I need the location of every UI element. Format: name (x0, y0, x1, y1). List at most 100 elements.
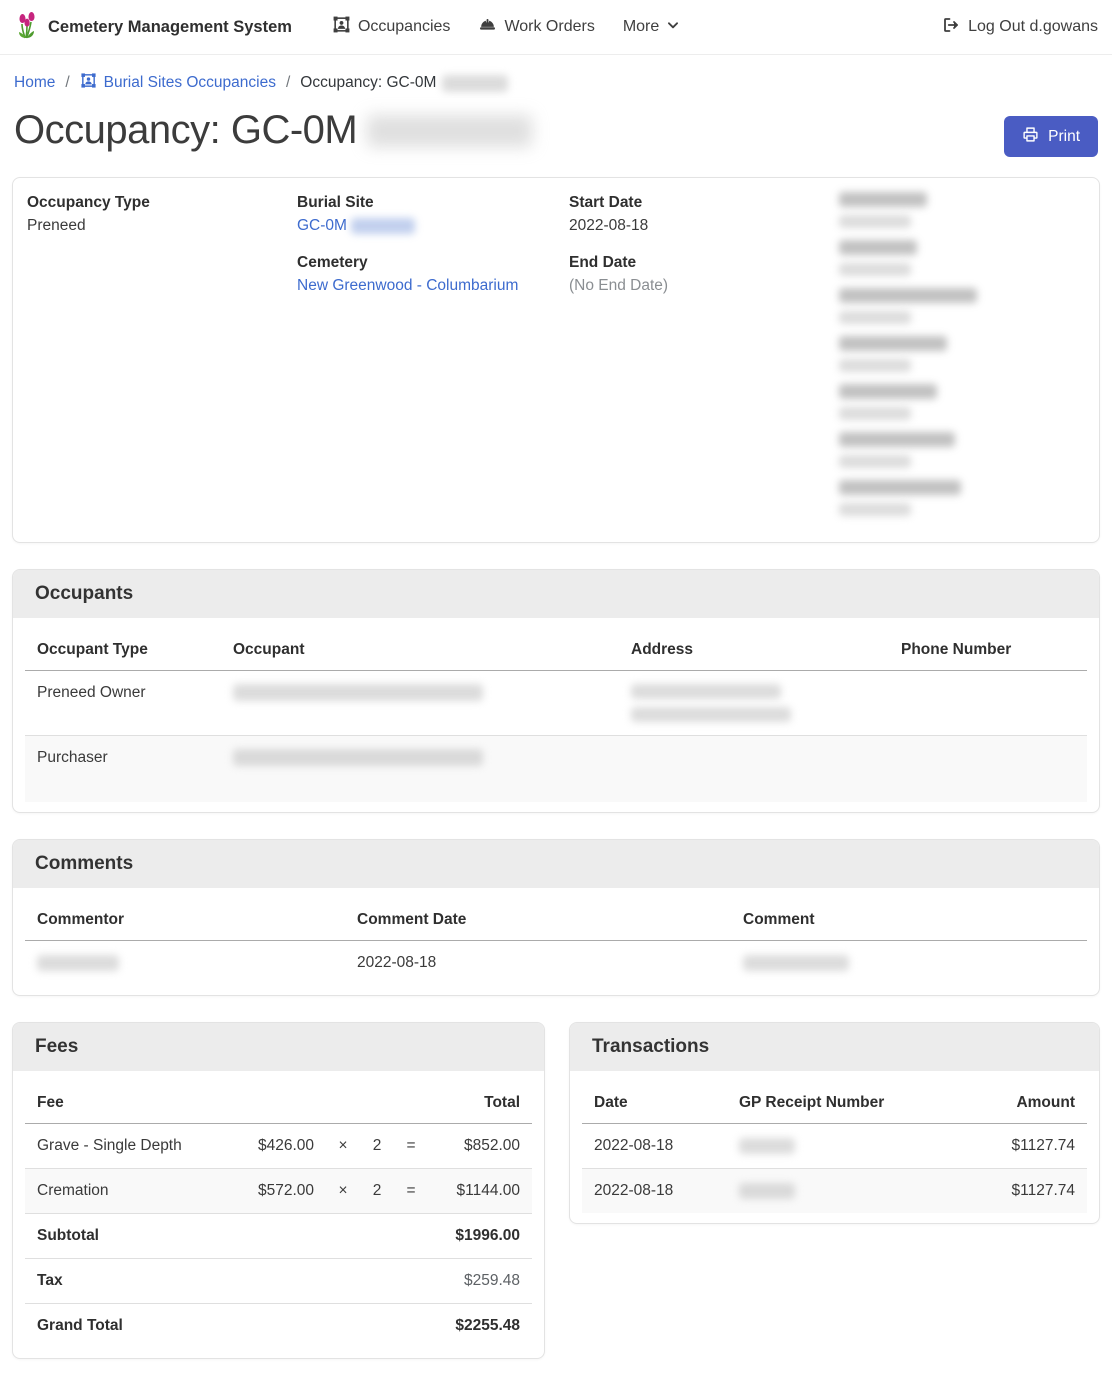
fee-equals-cell: = (394, 1169, 428, 1213)
receipt-number-cell (727, 1169, 967, 1213)
fee-times-cell: × (326, 1169, 360, 1213)
cemetery-link[interactable]: New Greenwood - Columbarium (297, 277, 518, 294)
grand-total-label: Grand Total (25, 1304, 412, 1348)
fees-table: Fee Total Grave - Single Depth $426.00 ×… (25, 1077, 532, 1348)
fee-price-cell: $426.00 (242, 1124, 326, 1168)
transactions-section-title: Transactions (570, 1023, 1099, 1071)
redacted-field (839, 432, 1085, 468)
nav-item-label: Work Orders (504, 18, 594, 36)
comments-section-title: Comments (13, 840, 1099, 888)
logout-button[interactable]: Log Out d.gowans (942, 16, 1098, 39)
details-col-3: Start Date 2022-08-18 End Date (No End D… (569, 192, 839, 528)
comments-table: Commentor Comment Date Comment 2022-08-1… (25, 894, 1087, 985)
table-row: 2022-08-18 $1127.74 (582, 1169, 1087, 1213)
breadcrumb-home-link[interactable]: Home (14, 74, 55, 92)
print-button[interactable]: Print (1004, 116, 1098, 157)
redacted-field (839, 288, 1085, 324)
app-title: Cemetery Management System (48, 18, 292, 37)
burial-site-link[interactable]: GC-0M (297, 217, 347, 234)
phone-cell (889, 671, 1087, 697)
amount-cell: $1127.74 (967, 1124, 1087, 1168)
field-label: Burial Site (297, 192, 569, 214)
breadcrumb-separator: / (65, 74, 69, 92)
subtotal-value: $1996.00 (412, 1214, 532, 1258)
field-value: New Greenwood - Columbarium (297, 274, 569, 298)
occupant-cell (221, 736, 619, 780)
comment-cell (731, 941, 1087, 985)
column-header: Date (582, 1077, 727, 1123)
occupants-section-title: Occupants (13, 570, 1099, 618)
breadcrumb-current: Occupancy: GC-0M (300, 74, 508, 92)
transaction-date-cell: 2022-08-18 (582, 1124, 727, 1168)
fee-total-cell: $1144.00 (428, 1169, 532, 1213)
occupants-table: Occupant Type Occupant Address Phone Num… (25, 624, 1087, 802)
app-brand[interactable]: Cemetery Management System (14, 10, 292, 45)
column-header: Occupant (221, 624, 619, 670)
occupancy-details-card: Occupancy Type Preneed Burial Site GC-0M… (12, 177, 1100, 543)
field-cemetery: Cemetery New Greenwood - Columbarium (297, 252, 569, 298)
fees-card: Fees Fee Total Grave - Single Depth $426… (12, 1022, 545, 1359)
field-label: End Date (569, 252, 839, 274)
redacted-field (839, 336, 1085, 372)
amount-cell: $1127.74 (967, 1169, 1087, 1213)
hard-hat-icon (478, 15, 497, 39)
column-header: Total (428, 1077, 532, 1123)
nav-item-occupancies[interactable]: Occupancies (332, 15, 451, 39)
phone-cell (889, 736, 1087, 762)
nav-item-more[interactable]: More (623, 18, 680, 37)
breadcrumb-occupancies-link[interactable]: Burial Sites Occupancies (80, 72, 276, 94)
address-cell (619, 736, 889, 762)
transactions-table: Date GP Receipt Number Amount 2022-08-18… (582, 1077, 1087, 1213)
field-value: GC-0M (297, 214, 569, 238)
grand-total-value: $2255.48 (412, 1304, 532, 1348)
field-value: Preneed (27, 214, 297, 238)
fees-table-header: Fee Total (25, 1077, 532, 1124)
table-row: 2022-08-18 (25, 941, 1087, 985)
fee-name-cell: Grave - Single Depth (25, 1124, 242, 1168)
column-header: GP Receipt Number (727, 1077, 967, 1123)
page-title: Occupancy: GC-0M (14, 108, 532, 153)
field-value: 2022-08-18 (569, 214, 839, 238)
field-label: Start Date (569, 192, 839, 214)
column-header: Occupant Type (25, 624, 221, 670)
bottom-section: Fees Fee Total Grave - Single Depth $426… (12, 1022, 1100, 1359)
transactions-table-header: Date GP Receipt Number Amount (582, 1077, 1087, 1124)
print-button-label: Print (1048, 128, 1080, 146)
logout-icon (942, 16, 960, 39)
column-header: Amount (967, 1077, 1087, 1123)
breadcrumb-occupancies-label: Burial Sites Occupancies (104, 74, 276, 92)
details-col-1: Occupancy Type Preneed (27, 192, 297, 528)
column-header: Comment Date (345, 894, 731, 940)
tax-label: Tax (25, 1259, 412, 1303)
redacted-field (839, 480, 1085, 516)
fees-section-title: Fees (13, 1023, 544, 1071)
redacted-field (839, 384, 1085, 420)
breadcrumb-current-label: Occupancy: GC-0M (300, 74, 436, 92)
printer-icon (1022, 126, 1039, 148)
breadcrumb-separator: / (286, 74, 290, 92)
nav-item-label: Occupancies (358, 18, 451, 36)
person-frame-icon (332, 15, 351, 39)
field-start-date: Start Date 2022-08-18 (569, 192, 839, 238)
field-end-date: End Date (No End Date) (569, 252, 839, 298)
commentor-cell (25, 941, 345, 985)
nav-item-work-orders[interactable]: Work Orders (478, 15, 594, 39)
breadcrumb: Home / Burial Sites Occupancies / Occupa… (0, 55, 1112, 100)
transactions-card: Transactions Date GP Receipt Number Amou… (569, 1022, 1100, 1224)
details-col-4-redacted (839, 192, 1085, 528)
address-cell (619, 671, 889, 735)
occupant-type-cell: Preneed Owner (25, 671, 221, 715)
nav-item-label: More (623, 18, 659, 36)
table-row: Purchaser (25, 736, 1087, 802)
redacted-text (351, 218, 415, 234)
tulips-logo-icon (14, 10, 40, 45)
fee-name-cell: Cremation (25, 1169, 242, 1213)
field-label: Cemetery (297, 252, 569, 274)
chevron-down-icon (666, 18, 680, 37)
fee-equals-cell: = (394, 1124, 428, 1168)
column-header: Phone Number (889, 624, 1087, 670)
column-header: Comment (731, 894, 1087, 940)
field-value: (No End Date) (569, 274, 839, 298)
column-header: Commentor (25, 894, 345, 940)
occupant-cell (221, 671, 619, 715)
